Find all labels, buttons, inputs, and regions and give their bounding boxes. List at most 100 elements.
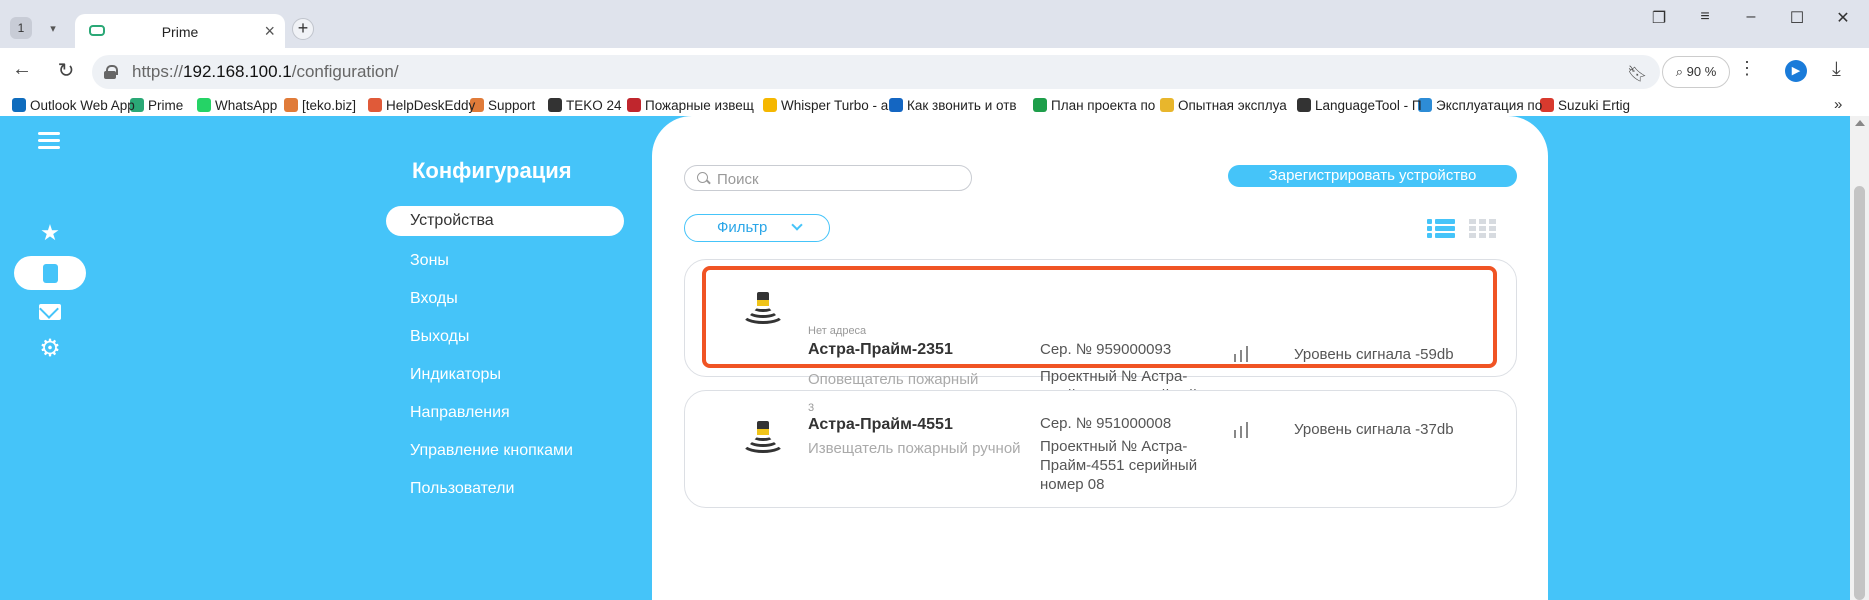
chevron-down-icon	[791, 219, 803, 231]
bookmark-item[interactable]: Suzuki Ertig	[1540, 98, 1630, 113]
device-type: Извещатель пожарный ручной	[808, 440, 1021, 457]
signal-strength-icon	[1234, 422, 1252, 438]
bookmark-item[interactable]: Outlook Web App	[12, 98, 135, 113]
menu-item-devices-label[interactable]: Устройства	[410, 212, 494, 230]
menu-item-outputs[interactable]: Выходы	[410, 328, 469, 346]
grid-view-icon[interactable]	[1469, 219, 1497, 239]
tab-actions-icon[interactable]: ❐	[1644, 8, 1674, 28]
lock-icon[interactable]	[104, 65, 118, 79]
signal-level: Уровень сигнала -59db	[1294, 346, 1454, 363]
document-icon	[43, 264, 58, 283]
siren-device-icon	[741, 421, 785, 465]
filter-button[interactable]: Фильтр	[684, 214, 830, 242]
hamburger-menu-icon[interactable]	[38, 132, 60, 150]
search-placeholder: Поиск	[717, 171, 759, 188]
device-serial: Сер. № 951000008	[1040, 415, 1172, 432]
url-text: https://192.168.100.1/configuration/	[132, 62, 399, 81]
device-project-number: Проектный № Астра-Прайм-4551 серийный но…	[1040, 438, 1198, 493]
zoom-level-button[interactable]: ⌕ 90 %	[1662, 56, 1730, 88]
bookmark-item[interactable]: Опытная эксплуа	[1160, 98, 1287, 113]
bookmark-label: Пожарные извещ	[645, 98, 754, 113]
bookmark-item[interactable]: Как звонить и отв	[889, 98, 1017, 113]
bookmark-item[interactable]: WhatsApp	[197, 98, 277, 113]
bookmark-favicon-icon	[12, 98, 26, 112]
signal-strength-icon	[1234, 346, 1252, 362]
scroll-up-arrow-icon[interactable]	[1855, 120, 1865, 126]
tab-counter-button[interactable]: 1	[10, 17, 32, 39]
page-scrollbar[interactable]	[1850, 116, 1869, 600]
siren-device-icon	[741, 292, 785, 336]
minimize-icon[interactable]: –	[1736, 8, 1766, 26]
bookmark-label: TEKO 24	[566, 98, 622, 113]
bookmark-item[interactable]: [teko.biz]	[284, 98, 356, 113]
back-arrow-icon[interactable]: ←	[8, 58, 36, 81]
bookmark-label: [teko.biz]	[302, 98, 357, 113]
bookmark-item[interactable]: Пожарные извещ	[627, 98, 754, 113]
bookmark-item[interactable]: TEKO 24	[548, 98, 622, 113]
bookmark-label: Опытная эксплуа	[1178, 98, 1287, 113]
mail-icon[interactable]	[39, 304, 61, 320]
bookmark-item[interactable]: Whisper Turbo - a	[763, 98, 888, 113]
bookmark-label: План проекта по	[1051, 98, 1156, 113]
search-icon	[697, 172, 708, 183]
signal-level: Уровень сигнала -37db	[1294, 421, 1454, 438]
device-serial: Сер. № 959000093	[1040, 341, 1172, 358]
more-options-icon[interactable]: ⋮	[1738, 58, 1756, 79]
filter-label: Фильтр	[717, 219, 768, 236]
bookmark-item[interactable]: HelpDeskEddy	[368, 98, 475, 113]
bookmark-favicon-icon	[548, 98, 562, 112]
bookmark-item[interactable]: План проекта по	[1033, 98, 1155, 113]
download-icon[interactable]: ⤓	[1832, 58, 1841, 81]
bookmark-favicon-icon	[627, 98, 641, 112]
bookmark-label: Как звонить и отв	[907, 98, 1017, 113]
favorites-star-icon[interactable]: ★	[30, 218, 70, 248]
bookmark-item[interactable]: Эксплуатация по	[1418, 98, 1542, 113]
page-title: Конфигурация	[412, 158, 572, 183]
bookmarks-bar: Suzuki Ertig Эксплуатация по LanguageTool …	[0, 96, 1869, 116]
bookmark-icon[interactable]: 🔖︎	[1627, 64, 1647, 84]
url-input[interactable]: https://192.168.100.1/configuration/ 🔖︎	[92, 55, 1660, 89]
more-bookmarks-icon[interactable]: »	[1834, 96, 1842, 113]
bookmark-favicon-icon	[889, 98, 903, 112]
bookmark-label: Support	[488, 98, 536, 113]
bookmark-label: LanguageTool - П	[1315, 98, 1422, 113]
bookmark-label: Suzuki Ertig	[1558, 98, 1631, 113]
bookmark-label: Prime	[148, 98, 184, 113]
list-view-icon[interactable]	[1427, 219, 1455, 239]
bookmark-item[interactable]: Support	[470, 98, 535, 113]
close-window-icon[interactable]: ✕	[1828, 8, 1858, 28]
device-address: 3	[808, 402, 815, 414]
menu-item-indicators[interactable]: Индикаторы	[410, 366, 501, 384]
bookmark-favicon-icon	[197, 98, 211, 112]
menu-item-users[interactable]: Пользователи	[410, 480, 514, 498]
tab-close-icon[interactable]: ×	[264, 21, 275, 42]
search-input[interactable]: Поиск	[684, 165, 972, 191]
browser-menu-icon[interactable]: ≡	[1690, 8, 1720, 26]
menu-item-zones[interactable]: Зоны	[410, 252, 449, 270]
register-device-button[interactable]: Зарегистрировать устройство	[1228, 165, 1517, 187]
bookmark-label: Whisper Turbo - a	[781, 98, 889, 113]
bookmark-label: Эксплуатация по	[1436, 98, 1543, 113]
scrollbar-thumb[interactable]	[1854, 186, 1865, 600]
new-tab-button[interactable]: +	[292, 18, 314, 40]
bookmark-item[interactable]: Prime	[130, 98, 183, 113]
reload-icon[interactable]: ↻	[52, 58, 80, 83]
maximize-icon[interactable]: ☐	[1782, 8, 1812, 28]
bookmark-label: Outlook Web App	[30, 98, 135, 113]
tab-title: Prime	[161, 24, 199, 40]
menu-item-button-control[interactable]: Управление кнопками	[410, 442, 573, 460]
menu-item-inputs[interactable]: Входы	[410, 290, 458, 308]
app-container: ★ ⚙ Конфигурация Устройства Зоны Входы В…	[0, 116, 1850, 600]
extension-play-icon[interactable]: ▶	[1785, 60, 1807, 82]
settings-gear-icon[interactable]: ⚙	[30, 334, 70, 364]
bookmark-label: WhatsApp	[215, 98, 278, 113]
device-name[interactable]: Астра-Прайм-2351	[808, 341, 953, 359]
bookmark-item[interactable]: LanguageTool - П	[1297, 98, 1422, 113]
bookmark-favicon-icon	[1033, 98, 1047, 112]
tab-list-chevron-icon[interactable]: ▾	[42, 18, 64, 40]
browser-tab-bar: 1 ▾ Prime × + ❐ ≡ – ☐ ✕	[0, 0, 1869, 48]
bookmark-favicon-icon	[284, 98, 298, 112]
menu-item-directions[interactable]: Направления	[410, 404, 510, 422]
device-name[interactable]: Астра-Прайм-4551	[808, 416, 953, 434]
browser-tab-prime[interactable]: Prime ×	[75, 14, 285, 48]
